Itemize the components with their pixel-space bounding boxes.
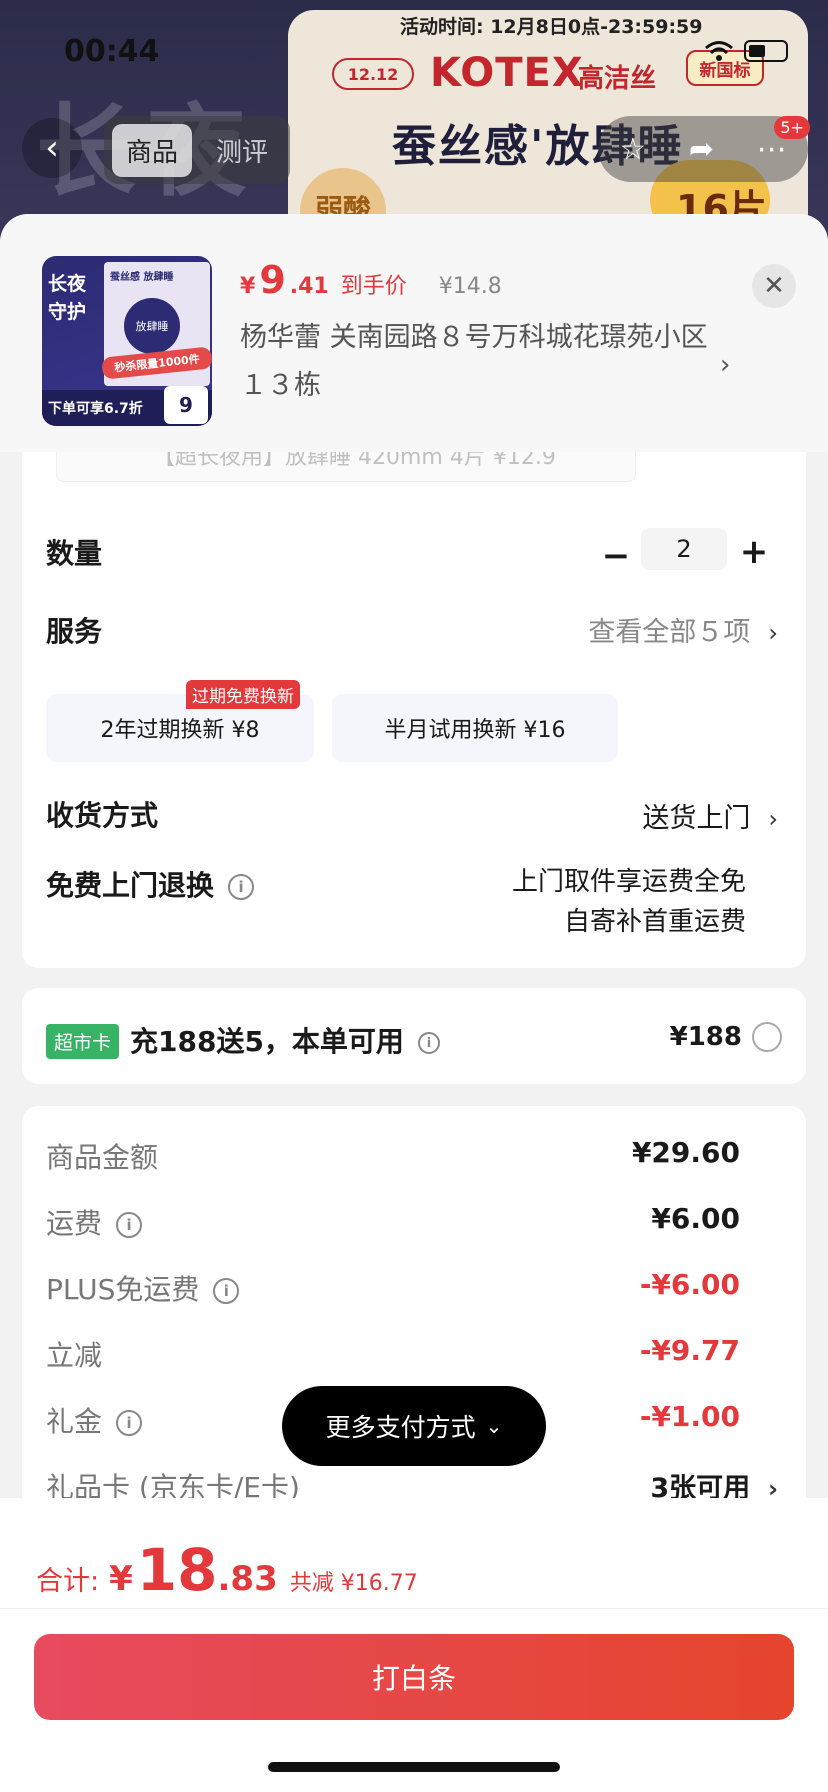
price-decimal: .41 bbox=[289, 274, 329, 299]
status-time: 00:44 bbox=[64, 34, 160, 69]
sheet-header: 长夜 守护 蚕丝感 放肆睡 放肆睡 秒杀限量1000件 下单可享6.7折 9 ¥… bbox=[0, 214, 828, 452]
summary-shipping-text: 运费 bbox=[46, 1207, 103, 1240]
divider bbox=[0, 1608, 828, 1609]
service-flag-badge: 过期免费换新 bbox=[186, 680, 300, 709]
free-return-label: 免费上门退换 i bbox=[46, 864, 255, 904]
service-view-all[interactable]: 查看全部５项 › bbox=[588, 610, 778, 649]
quantity-value[interactable]: 2 bbox=[641, 528, 727, 570]
delivery-method-value[interactable]: 送货上门 › bbox=[642, 796, 778, 835]
close-button[interactable]: ✕ bbox=[752, 264, 796, 308]
thumbnail-caption: 长夜 守护 bbox=[48, 270, 86, 326]
quantity-label: 数量 bbox=[46, 537, 103, 570]
info-icon[interactable]: i bbox=[213, 1278, 240, 1304]
share-icon[interactable]: ➦ bbox=[689, 132, 714, 167]
summary-plus-label: PLUS免运费 i bbox=[46, 1268, 240, 1308]
free-return-line1: 上门取件享运费全免 bbox=[511, 867, 746, 897]
quantity-minus-button[interactable]: − bbox=[596, 534, 636, 578]
final-price: ¥ 9 .41 到手价 ¥14.8 bbox=[240, 258, 502, 302]
delivery-method-text: 送货上门 bbox=[642, 803, 751, 834]
pay-with-baitiao-button[interactable]: 打白条 bbox=[34, 1634, 794, 1720]
market-card-price: ¥188 bbox=[669, 1022, 742, 1052]
wifi-icon bbox=[704, 40, 734, 62]
tab-product[interactable]: 商品 bbox=[112, 123, 193, 177]
free-return-line2: 自寄补首重运费 bbox=[563, 907, 746, 937]
info-icon[interactable]: i bbox=[417, 1032, 440, 1054]
price-currency: ¥ bbox=[240, 274, 256, 299]
summary-gift-money-text: 礼金 bbox=[46, 1405, 103, 1438]
thumbnail-caption-line1: 长夜 bbox=[48, 273, 87, 295]
more-payment-methods-button[interactable]: 更多支付方式 ⌄ bbox=[282, 1386, 546, 1466]
summary-discount-label: 立减 bbox=[46, 1339, 103, 1372]
summary-goods-label: 商品金额 bbox=[46, 1141, 159, 1174]
total-savings: 共减 ¥16.77 bbox=[289, 1571, 418, 1596]
quantity-plus-button[interactable]: + bbox=[732, 530, 776, 574]
order-sheet: 长夜 守护 蚕丝感 放肆睡 放肆睡 秒杀限量1000件 下单可享6.7折 9 ¥… bbox=[0, 214, 828, 1792]
thumbnail-price: 9 bbox=[164, 386, 208, 424]
battery-icon bbox=[744, 40, 788, 62]
service-view-all-label: 查看全部５项 bbox=[588, 617, 751, 648]
service-option-trial[interactable]: 半月试用换新 ¥16 bbox=[332, 694, 618, 762]
summary-shipping-value: ¥6.00 bbox=[651, 1202, 740, 1235]
more-payment-label: 更多支付方式 bbox=[325, 1413, 476, 1442]
summary-plus-value: -¥6.00 bbox=[639, 1268, 740, 1301]
price-integer: 9 bbox=[259, 258, 286, 302]
info-icon[interactable]: i bbox=[116, 1410, 143, 1436]
checkout-bar: 合计: ¥ 18 .83 共减 ¥16.77 打白条 bbox=[0, 1498, 828, 1792]
tab-review[interactable]: 测评 bbox=[202, 124, 282, 177]
double-chevron-down-icon: ⌄ bbox=[485, 1414, 503, 1438]
total-currency: ¥ bbox=[109, 1559, 133, 1599]
price-tag: 到手价 bbox=[340, 274, 407, 299]
original-price: ¥14.8 bbox=[438, 274, 502, 299]
thumbnail-package-title: 蚕丝感 放肆睡 bbox=[110, 272, 174, 283]
summary-gift-money-value: -¥1.00 bbox=[639, 1400, 740, 1433]
chevron-right-icon[interactable]: › bbox=[720, 350, 730, 380]
nav-tabs: 商品 测评 bbox=[104, 116, 291, 184]
total-label: 合计: bbox=[36, 1566, 100, 1597]
total-decimal: .83 bbox=[217, 1559, 278, 1599]
home-indicator[interactable] bbox=[268, 1762, 560, 1772]
activity-time: 活动时间: 12月8日0点-23:59:59 bbox=[400, 16, 703, 38]
message-count-badge: 5+ bbox=[774, 116, 810, 139]
summary-shipping-label: 运费 i bbox=[46, 1202, 143, 1242]
summary-goods-value: ¥29.60 bbox=[631, 1136, 740, 1169]
chevron-right-icon: › bbox=[768, 619, 778, 647]
total-integer: 18 bbox=[136, 1536, 218, 1604]
market-card-radio[interactable] bbox=[752, 1022, 782, 1052]
thumbnail-circle-label: 放肆睡 bbox=[124, 298, 180, 354]
chevron-right-icon: › bbox=[768, 805, 778, 833]
brand-logo: KOTEX bbox=[430, 50, 584, 96]
order-total: 合计: ¥ 18 .83 共减 ¥16.77 bbox=[36, 1536, 418, 1604]
delivery-method-label: 收货方式 bbox=[46, 799, 159, 832]
market-card-badge: 超市卡 bbox=[46, 1024, 120, 1059]
summary-plus-text: PLUS免运费 bbox=[46, 1273, 200, 1306]
status-icons bbox=[704, 40, 788, 62]
summary-gift-money-label: 礼金 i bbox=[46, 1400, 143, 1440]
promo-1212-badge: 12.12 bbox=[332, 58, 414, 90]
info-icon[interactable]: i bbox=[116, 1212, 143, 1238]
market-card-offer-text: 充188送5，本单可用 bbox=[130, 1025, 404, 1058]
summary-discount-value: -¥9.77 bbox=[639, 1334, 740, 1367]
service-label: 服务 bbox=[46, 615, 103, 648]
thumbnail-caption-line2: 守护 bbox=[48, 301, 87, 323]
market-card-offer: 充188送5，本单可用 i bbox=[130, 1020, 440, 1060]
brand-name-cn: 高洁丝 bbox=[578, 64, 657, 94]
back-button[interactable]: ‹ bbox=[22, 118, 82, 178]
info-icon[interactable]: i bbox=[228, 874, 255, 900]
delivery-address[interactable]: 杨华蕾 关南园路８号万科城花璟苑小区１３栋 bbox=[240, 314, 710, 410]
free-return-detail: 上门取件享运费全免 自寄补首重运费 bbox=[512, 862, 746, 942]
product-thumbnail[interactable]: 长夜 守护 蚕丝感 放肆睡 放肆睡 秒杀限量1000件 下单可享6.7折 9 bbox=[42, 256, 212, 426]
free-return-text: 免费上门退换 bbox=[46, 869, 215, 902]
star-icon[interactable]: ☆ bbox=[619, 132, 646, 167]
